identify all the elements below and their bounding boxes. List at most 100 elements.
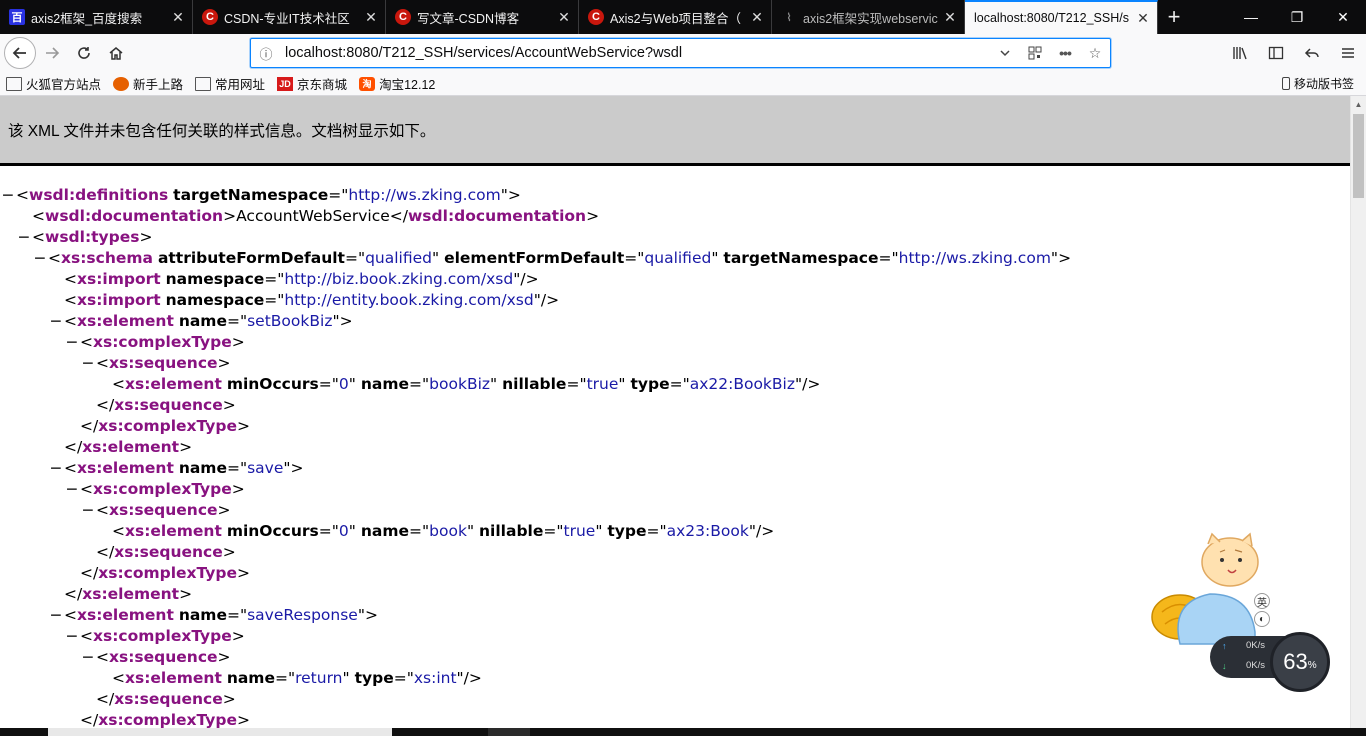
network-monitor-widget[interactable]: ↑ 0K/s ↓ 0K/s 63% <box>1210 632 1330 692</box>
xml-tag-name: xs:sequence <box>114 396 223 414</box>
bookmark-item[interactable]: 新手上路 <box>113 74 183 93</box>
xml-tree: −<wsdl:definitions targetNamespace="http… <box>0 166 1350 728</box>
phone-icon <box>1281 77 1290 90</box>
bookmark-item[interactable]: JD 京东商城 <box>277 74 347 93</box>
qr-code-icon[interactable] <box>1020 46 1050 60</box>
ime-chip[interactable]: 英 <box>1254 593 1270 609</box>
close-tab-icon[interactable]: ✕ <box>556 9 572 25</box>
xml-attr-value: bookBiz <box>429 375 491 393</box>
xml-tag-name: xs:complexType <box>93 480 232 498</box>
xml-tag-name: xs:schema <box>61 249 153 267</box>
new-tab-button[interactable]: + <box>1158 0 1190 34</box>
xml-attr-name: targetNamespace <box>723 249 879 267</box>
back-button[interactable] <box>4 37 36 69</box>
taskbar-app-slot[interactable] <box>488 728 530 736</box>
xml-line: −<xs:complexType> <box>0 479 1350 500</box>
dropdown-chevron-icon[interactable] <box>990 47 1020 59</box>
quote: " <box>533 291 541 309</box>
bookmark-star-icon[interactable]: ☆ <box>1080 45 1110 62</box>
taskbar-search-box[interactable] <box>48 728 392 736</box>
quote: " <box>357 606 365 624</box>
xml-tag-name: xs:complexType <box>98 417 237 435</box>
memory-usage-gauge[interactable]: 63% <box>1270 632 1330 692</box>
scrollbar-thumb[interactable] <box>1353 114 1364 198</box>
tab-2[interactable]: C CSDN-专业IT技术社区 ✕ <box>193 0 386 34</box>
collapse-toggle[interactable]: − <box>0 185 16 206</box>
close-tab-icon[interactable]: ✕ <box>1135 10 1151 26</box>
xml-attr-name: name <box>226 669 275 687</box>
close-tab-icon[interactable]: ✕ <box>170 9 186 25</box>
xml-tag-name: xs:element <box>77 312 174 330</box>
tab-3[interactable]: C 写文章-CSDN博客 ✕ <box>386 0 579 34</box>
site-info-icon[interactable]: ⓘ <box>251 44 281 63</box>
collapse-toggle[interactable]: − <box>48 311 64 332</box>
sidebar-icon[interactable] <box>1258 37 1294 69</box>
collapse-toggle[interactable]: − <box>32 248 48 269</box>
collapse-toggle[interactable]: − <box>80 500 96 521</box>
bracket: </ <box>64 585 83 603</box>
bookmark-item[interactable]: 常用网址 <box>195 74 265 93</box>
collapse-toggle[interactable]: − <box>48 605 64 626</box>
collapse-toggle[interactable]: − <box>80 353 96 374</box>
url-text[interactable]: localhost:8080/T212_SSH/services/Account… <box>281 45 990 61</box>
page-actions-icon[interactable]: ••• <box>1050 45 1080 61</box>
xml-attr-name: type <box>607 522 647 540</box>
quote: " <box>283 459 291 477</box>
home-button[interactable] <box>100 37 132 69</box>
bookmark-item[interactable]: 淘淘宝12.12 <box>359 74 435 93</box>
close-tab-icon[interactable]: ✕ <box>363 9 379 25</box>
bracket: < <box>64 459 77 477</box>
xml-tag-name: xs:element <box>77 459 174 477</box>
tab-1[interactable]: 百 axis2框架_百度搜索 ✕ <box>0 0 193 34</box>
xml-attr-value: ax23:Book <box>666 522 749 540</box>
bracket: < <box>64 312 77 330</box>
library-icon[interactable] <box>1222 37 1258 69</box>
mobile-bookmarks-label: 移动版书签 <box>1293 77 1354 91</box>
xml-attr-value: http://biz.book.zking.com/xsd <box>284 270 514 288</box>
xml-line: <xs:element minOccurs="0" name="book" ni… <box>0 521 1350 542</box>
reload-button[interactable] <box>68 37 100 69</box>
tab-5[interactable]: ⌇ axis2框架实现webservic ✕ <box>772 0 965 34</box>
bracket: > <box>507 186 521 204</box>
upload-speed: ↑ 0K/s <box>1222 640 1265 651</box>
equals-quote: =" <box>669 375 690 393</box>
xml-tag-name: wsdl:definitions <box>29 186 169 204</box>
collapse-toggle[interactable]: − <box>64 332 80 353</box>
xml-line: −<xs:element name="save"> <box>0 458 1350 479</box>
bookmark-item[interactable]: 火狐官方站点 <box>6 74 101 93</box>
minimize-button[interactable]: — <box>1228 0 1274 34</box>
csdn-icon: C <box>202 9 218 25</box>
vertical-scrollbar[interactable]: ▲ <box>1350 96 1366 728</box>
undo-icon[interactable] <box>1294 37 1330 69</box>
restore-button[interactable]: ❐ <box>1274 0 1320 34</box>
collapse-toggle[interactable]: − <box>16 227 32 248</box>
url-bar[interactable]: ⓘ localhost:8080/T212_SSH/services/Accou… <box>250 38 1111 68</box>
tab-6[interactable]: localhost:8080/T212_SSH/s ✕ <box>965 0 1158 34</box>
quote: " <box>500 186 508 204</box>
desktop-pet-mascot[interactable] <box>1150 532 1260 647</box>
bracket: </ <box>80 564 99 582</box>
collapse-toggle[interactable]: − <box>64 626 80 647</box>
collapse-toggle[interactable]: − <box>80 647 96 668</box>
moon-icon[interactable]: ◐ <box>1254 611 1270 627</box>
menu-hamburger-icon[interactable] <box>1330 37 1366 69</box>
download-speed: ↓ 0K/s <box>1222 660 1265 671</box>
tab-list: 百 axis2框架_百度搜索 ✕ C CSDN-专业IT技术社区 ✕ C 写文章-CSDN博客… <box>0 0 1158 34</box>
xml-tag-name: xs:complexType <box>98 564 237 582</box>
equals-quote: =" <box>226 459 248 477</box>
forward-button[interactable] <box>36 37 68 69</box>
close-window-button[interactable]: ✕ <box>1320 0 1366 34</box>
tab-4[interactable]: C Axis2与Web项目整合（ ✕ <box>579 0 772 34</box>
collapse-toggle[interactable]: − <box>48 458 64 479</box>
close-tab-icon[interactable]: ✕ <box>749 9 765 25</box>
xml-tag-name: xs:element <box>125 375 222 393</box>
scroll-up-arrow-icon[interactable]: ▲ <box>1351 96 1366 112</box>
collapse-toggle[interactable]: − <box>64 479 80 500</box>
xml-attr-name: name <box>178 606 227 624</box>
xml-tag-name: wsdl:documentation <box>407 207 587 225</box>
bracket: > <box>222 690 236 708</box>
bracket: < <box>64 606 77 624</box>
bracket: > <box>217 501 231 519</box>
close-tab-icon[interactable]: ✕ <box>942 9 958 25</box>
mobile-bookmarks[interactable]: 移动版书签 <box>1281 75 1354 92</box>
